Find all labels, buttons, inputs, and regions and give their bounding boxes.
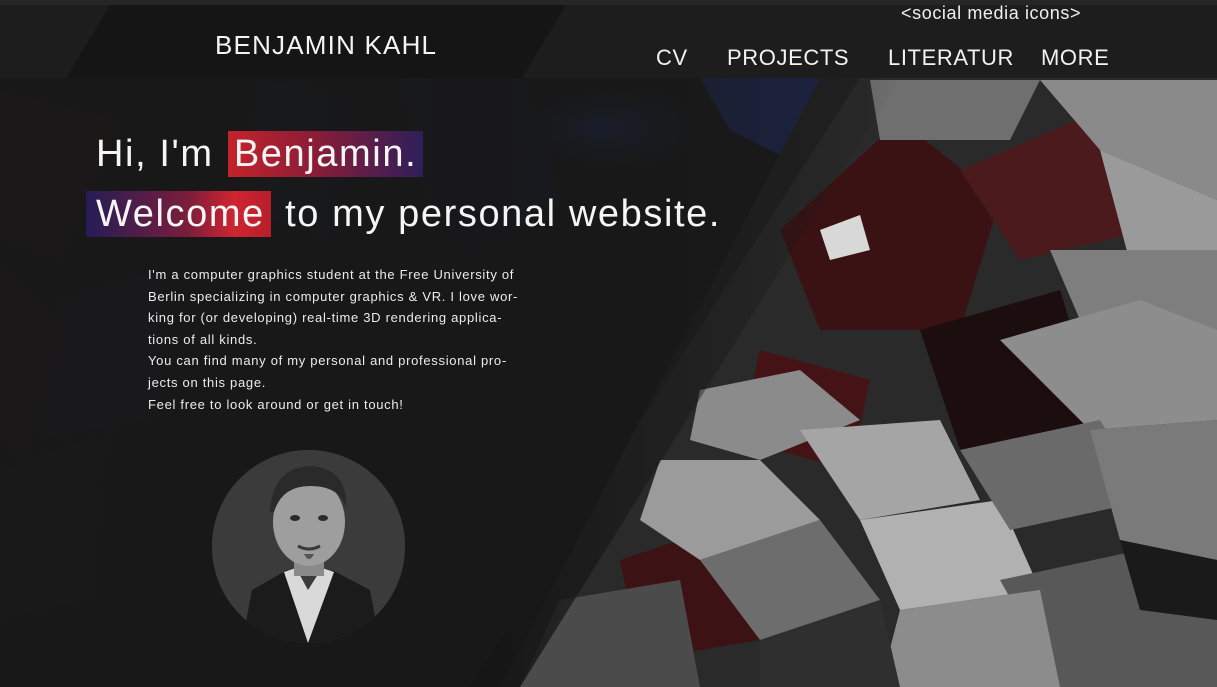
hero-welcome: Welcome to my personal website.: [86, 191, 722, 237]
intro-line: Berlin specializing in computer graphics…: [148, 288, 519, 304]
hero-name-highlight: Benjamin.: [227, 131, 424, 177]
intro-line: I'm a computer graphics student at the F…: [148, 267, 515, 282]
intro-line: jects on this page.: [148, 374, 267, 390]
profile-photo: [212, 450, 405, 643]
intro-line: You can find many of my personal and pro…: [148, 353, 507, 369]
nav-link-more[interactable]: MORE: [1041, 45, 1109, 71]
nav-link-literatur[interactable]: LITERATUR: [888, 45, 1014, 71]
hero-welcome-highlight: Welcome: [86, 191, 271, 237]
intro-line: king for (or developing) real-time 3D re…: [148, 310, 503, 326]
nav-link-cv[interactable]: CV: [656, 45, 688, 71]
hero-greeting: Hi, I'm Benjamin.: [96, 131, 425, 177]
intro-line: tions of all kinds.: [148, 331, 258, 347]
social-media-icons-placeholder: <social media icons>: [901, 3, 1082, 23]
site-brand[interactable]: BENJAMIN KAHL: [215, 30, 437, 61]
hero-welcome-suffix: to my personal website.: [285, 193, 722, 235]
intro-text: I'm a computer graphics student at the F…: [148, 264, 548, 415]
nav-link-projects[interactable]: PROJECTS: [727, 45, 849, 71]
hero-greeting-prefix: Hi, I'm: [96, 133, 214, 175]
intro-line: Feel free to look around or get in touch…: [148, 396, 404, 412]
